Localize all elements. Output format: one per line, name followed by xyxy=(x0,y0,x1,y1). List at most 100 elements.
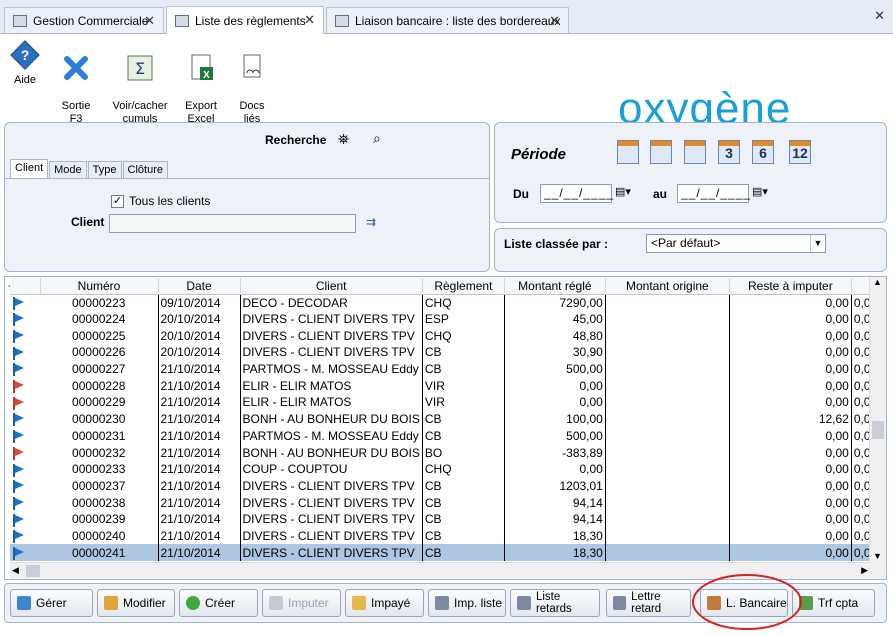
col-date[interactable]: Date xyxy=(158,278,241,295)
cell-origine[interactable] xyxy=(605,460,730,478)
table-row[interactable]: 00000229 21/10/2014 ELIR - ELIR MATOS VIR 0,… xyxy=(10,394,879,411)
cell-date[interactable]: 20/10/2014 xyxy=(158,344,241,361)
cell-date[interactable]: 21/10/2014 xyxy=(158,360,241,378)
cell-origine[interactable] xyxy=(605,294,730,311)
cell-origine[interactable] xyxy=(605,494,730,511)
cell-date[interactable]: 20/10/2014 xyxy=(158,310,241,328)
flag-cell[interactable] xyxy=(10,377,40,394)
cell-client[interactable]: ELIR - ELIR MATOS xyxy=(240,377,423,395)
cell-num[interactable]: 00000226 xyxy=(40,344,159,361)
subtab-mode[interactable]: Mode xyxy=(49,161,87,178)
cell-date[interactable]: 21/10/2014 xyxy=(158,410,241,428)
creer-button[interactable]: Créer xyxy=(179,589,258,617)
close-icon[interactable]: ✕ xyxy=(144,13,155,29)
cell-date[interactable]: 21/10/2014 xyxy=(158,494,241,511)
cell-num[interactable]: 00000233 xyxy=(40,460,159,478)
sortie-button[interactable]: Sortie F3 xyxy=(48,40,104,126)
date-au-picker-icon[interactable]: ▤▾ xyxy=(752,185,768,198)
col-montant-origine[interactable]: Montant origine xyxy=(605,278,730,295)
scroll-left-icon[interactable]: ◀ xyxy=(12,565,19,576)
flag-cell[interactable] xyxy=(10,327,40,344)
cell-reg[interactable]: CB xyxy=(422,360,505,378)
tous-clients-checkbox-row[interactable]: ✓ Tous les clients xyxy=(111,194,210,208)
cell-reg[interactable]: CB xyxy=(422,344,505,361)
cell-reste[interactable]: 0,00 xyxy=(729,394,852,411)
docs-lies-button[interactable]: Docs liés xyxy=(224,40,280,126)
cell-client[interactable]: DIVERS - CLIENT DIVERS TPV xyxy=(240,477,423,495)
hscroll-thumb[interactable] xyxy=(26,565,40,577)
cell-num[interactable]: 00000229 xyxy=(40,394,159,411)
flag-cell[interactable] xyxy=(10,478,40,495)
cell-num[interactable]: 00000227 xyxy=(40,360,159,378)
cell-date[interactable]: 21/10/2014 xyxy=(158,427,241,445)
cell-reg[interactable]: VIR xyxy=(422,377,505,395)
flag-cell[interactable] xyxy=(10,428,40,445)
cell-montant[interactable]: 500,00 xyxy=(504,427,606,445)
cell-client[interactable]: BONH - AU BONHEUR DU BOIS xyxy=(240,444,423,461)
table-row[interactable]: 00000223 09/10/2014 DECO - DECODAR CHQ 7290,… xyxy=(10,294,879,311)
liste-retards-button[interactable]: Liste retards xyxy=(510,589,600,617)
cell-reg[interactable]: BO xyxy=(422,444,505,461)
tab-liste-reglements[interactable]: Liste des règlements ✕ xyxy=(166,6,324,34)
date-au-input[interactable]: __/__/____ xyxy=(677,184,750,203)
cell-client[interactable]: PARTMOS - M. MOSSEAU Eddy xyxy=(240,360,423,378)
scroll-up-icon[interactable]: ▲ xyxy=(873,277,882,287)
table-row[interactable]: 00000240 21/10/2014 DIVERS - CLIENT DIVERS… xyxy=(10,527,879,545)
gerer-button[interactable]: Gérer xyxy=(10,589,93,617)
cell-origine[interactable] xyxy=(605,444,730,461)
cell-reste[interactable]: 12,62 xyxy=(729,410,852,428)
cell-reg[interactable]: CHQ xyxy=(422,327,505,345)
flag-cell[interactable] xyxy=(10,411,40,428)
table-row[interactable]: 00000230 21/10/2014 BONH - AU BONHEUR DU B… xyxy=(10,410,879,428)
cell-client[interactable]: DIVERS - CLIENT DIVERS TPV xyxy=(240,494,423,511)
cell-origine[interactable] xyxy=(605,477,730,495)
cell-date[interactable]: 21/10/2014 xyxy=(158,477,241,495)
table-row[interactable]: 00000241 21/10/2014 DIVERS - CLIENT DIVERS… xyxy=(10,544,880,561)
cell-origine[interactable] xyxy=(605,310,730,328)
cell-client[interactable]: COUP - COUPTOU xyxy=(240,460,423,478)
cell-date[interactable]: 20/10/2014 xyxy=(158,327,241,345)
cell-num[interactable]: 00000237 xyxy=(40,477,159,495)
flag-cell[interactable] xyxy=(10,361,40,378)
flag-cell[interactable] xyxy=(10,494,40,511)
cell-origine[interactable] xyxy=(605,410,730,428)
vertical-scrollbar[interactable]: ▲ ▼ xyxy=(869,277,886,579)
scroll-right-icon[interactable]: ▶ xyxy=(861,565,868,576)
cell-montant[interactable]: 94,14 xyxy=(504,510,606,528)
cell-reste[interactable]: 0,00 xyxy=(729,527,852,545)
table-row[interactable]: 00000233 21/10/2014 COUP - COUPTOU CHQ 0,00 0… xyxy=(10,460,879,478)
impaye-button[interactable]: Impayé xyxy=(345,589,424,617)
table-row[interactable]: 00000225 20/10/2014 DIVERS - CLIENT DIVERS… xyxy=(10,327,879,345)
cell-num[interactable]: 00000228 xyxy=(40,377,159,395)
cell-montant[interactable]: 30,90 xyxy=(504,344,606,361)
col-reste-imputer[interactable]: Reste à imputer xyxy=(729,278,852,295)
export-excel-button[interactable]: X Export Excel xyxy=(173,40,229,126)
close-icon[interactable]: ✕ xyxy=(549,13,560,29)
cell-date[interactable]: 21/10/2014 xyxy=(158,460,241,478)
cell-client[interactable]: DIVERS - CLIENT DIVERS TPV xyxy=(240,327,423,345)
table-row[interactable]: 00000232 21/10/2014 BONH - AU BONHEUR DU B… xyxy=(10,444,879,461)
cell-reste[interactable]: 0,00 xyxy=(729,294,852,311)
table-row[interactable]: 00000231 21/10/2014 PARTMOS - M. MOSSEAU E… xyxy=(10,427,879,445)
table-row[interactable]: 00000239 21/10/2014 DIVERS - CLIENT DIVERS… xyxy=(10,510,879,528)
table-row[interactable]: 00000224 20/10/2014 DIVERS - CLIENT DIVERS… xyxy=(10,310,879,328)
table-row[interactable]: 00000237 21/10/2014 DIVERS - CLIENT DIVERS… xyxy=(10,477,879,495)
cell-num[interactable]: 00000225 xyxy=(40,327,159,345)
cell-montant[interactable]: 100,00 xyxy=(504,410,606,428)
cell-montant[interactable]: 1203,01 xyxy=(504,477,606,495)
cell-origine[interactable] xyxy=(605,544,730,561)
tab-liaison-bancaire[interactable]: Liaison bancaire : liste des bordereaux … xyxy=(326,7,569,33)
cell-date[interactable]: 21/10/2014 xyxy=(158,444,241,461)
scroll-thumb[interactable] xyxy=(872,421,884,439)
calendar-month-icon[interactable] xyxy=(684,140,706,164)
cell-origine[interactable] xyxy=(605,394,730,411)
cell-reste[interactable]: 0,00 xyxy=(729,477,852,495)
subtab-type[interactable]: Type xyxy=(87,161,122,178)
calendar-day-icon[interactable] xyxy=(617,140,639,164)
flag-cell[interactable] xyxy=(10,528,40,545)
cell-montant[interactable]: 7290,00 xyxy=(504,294,606,311)
calendar-3-months-icon[interactable]: 3 xyxy=(718,140,740,164)
flag-cell[interactable] xyxy=(10,511,40,528)
col-reglement[interactable]: Règlement xyxy=(422,278,505,295)
flag-cell[interactable] xyxy=(10,294,40,311)
